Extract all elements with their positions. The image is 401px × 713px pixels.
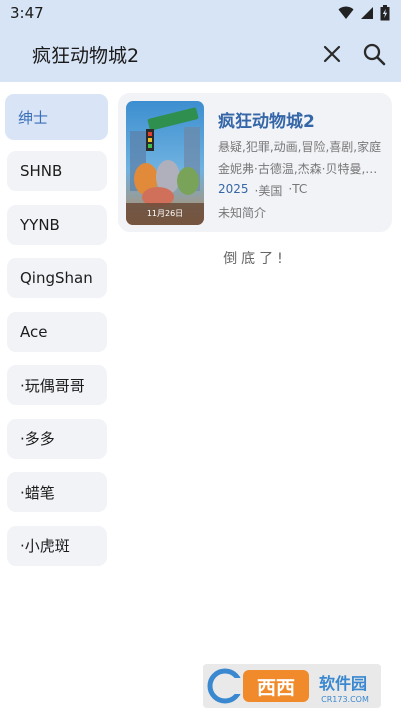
sidebar-item-label: ·蜡笔	[20, 483, 55, 502]
source-sidebar: 绅士 SHNB YYNB QingShan Ace ·玩偶哥哥 ·多多 ·蜡笔 …	[5, 94, 109, 579]
sidebar-item[interactable]: 绅士	[5, 94, 108, 140]
sidebar-item-label: YYNB	[20, 215, 60, 234]
search-icon	[363, 43, 386, 66]
search-query[interactable]: 疯狂动物城2	[32, 41, 317, 68]
watermark-logo: 西西 软件园 CR173.COM	[203, 664, 381, 708]
status-time: 3:47	[10, 4, 44, 22]
movie-poster: 11月26日	[126, 101, 204, 225]
battery-icon	[380, 5, 390, 21]
search-button[interactable]	[359, 39, 389, 69]
sidebar-item[interactable]: ·多多	[7, 418, 107, 459]
top-app-bar: 疯狂动物城2	[0, 26, 401, 82]
status-icons	[338, 5, 390, 21]
movie-year: 2025	[218, 182, 249, 196]
sidebar-item[interactable]: ·玩偶哥哥	[7, 365, 107, 405]
sidebar-item-label: Ace	[20, 322, 48, 341]
signal-icon	[361, 7, 373, 19]
svg-text:CR173.COM: CR173.COM	[321, 695, 369, 704]
movie-cast: 金妮弗·古德温,杰森·贝特曼,关继威	[218, 162, 386, 176]
wifi-icon	[338, 6, 354, 19]
movie-summary: 未知简介	[218, 206, 267, 220]
content-area: 绅士 SHNB YYNB QingShan Ace ·玩偶哥哥 ·多多 ·蜡笔 …	[0, 82, 401, 713]
svg-text:软件园: 软件园	[319, 674, 367, 693]
sidebar-item-label: ·小虎斑	[20, 537, 70, 555]
result-card[interactable]: 11月26日 疯狂动物城2 悬疑,犯罪,动画,冒险,喜剧,家庭 金妮弗·古德温,…	[118, 93, 392, 232]
movie-region: ·美国	[254, 184, 283, 198]
sidebar-item[interactable]: Ace	[7, 311, 107, 352]
clear-button[interactable]	[317, 39, 347, 69]
sidebar-item[interactable]: SHNB	[7, 151, 107, 191]
svg-text:西西: 西西	[257, 677, 295, 699]
sidebar-item-label: QingShan	[20, 269, 93, 287]
sidebar-item-label: ·多多	[20, 430, 55, 448]
end-of-list-text: 倒底了!	[223, 251, 287, 267]
movie-genres: 悬疑,犯罪,动画,冒险,喜剧,家庭	[218, 140, 382, 154]
sidebar-item[interactable]: YYNB	[7, 204, 107, 245]
movie-title: 疯狂动物城2	[218, 112, 315, 132]
sidebar-item-label: ·玩偶哥哥	[20, 376, 85, 395]
sidebar-item[interactable]: QingShan	[7, 258, 107, 298]
movie-quality: ·TC	[288, 182, 308, 196]
status-bar: 3:47	[0, 0, 401, 26]
sidebar-item-label: SHNB	[20, 162, 63, 180]
poster-date: 11月26日	[147, 209, 183, 218]
sidebar-item[interactable]: ·蜡笔	[7, 472, 107, 512]
movie-meta: 2025 ·美国 ·TC	[218, 182, 386, 199]
close-icon	[323, 45, 341, 63]
sidebar-item[interactable]: ·小虎斑	[7, 525, 107, 566]
sidebar-item-label: 绅士	[18, 108, 49, 127]
